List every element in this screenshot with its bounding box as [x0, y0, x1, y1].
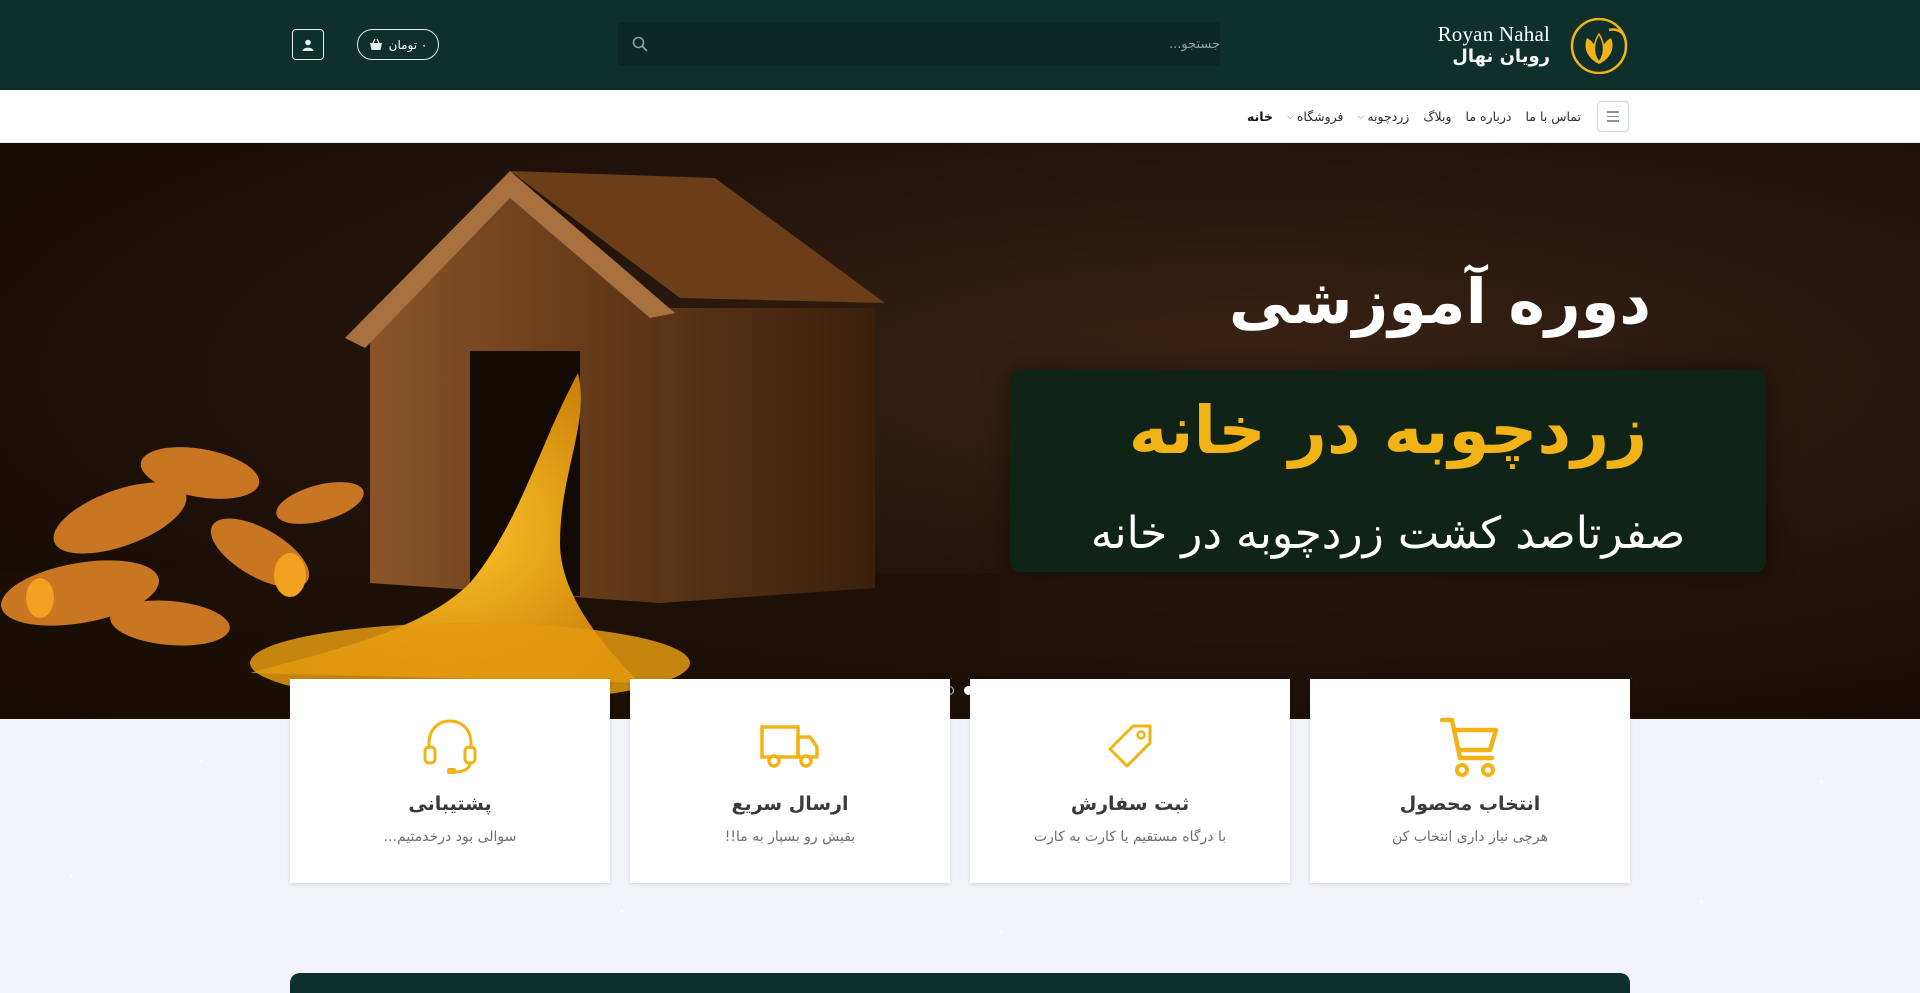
search-box — [618, 22, 1220, 66]
account-button[interactable] — [292, 29, 324, 60]
user-icon — [302, 39, 314, 51]
hero-title: دوره آموزشی — [1228, 265, 1652, 338]
nav-links: خانه فروشگاه ⌵ زردچوبه ⌵ وبلاگ درباره ما… — [1247, 90, 1581, 143]
tag-icon — [1108, 724, 1152, 768]
background-sparkle — [1000, 930, 1003, 933]
nav-item-label: زردچوبه — [1367, 109, 1410, 124]
brand-name-en: Royan Nahal — [1437, 22, 1550, 46]
nav-item-blog[interactable]: وبلاگ — [1423, 109, 1451, 124]
brand-name[interactable]: Royan Nahal رویان نهال — [1438, 24, 1550, 66]
chevron-down-icon: ⌵ — [1287, 111, 1294, 122]
brand-name-fa: رویان نهال — [1452, 46, 1550, 67]
nav-item-label: خانه — [1247, 109, 1274, 124]
feature-title: انتخاب محصول — [1399, 793, 1541, 815]
feature-title: ارسال سریع — [731, 793, 849, 815]
search-input[interactable] — [660, 22, 1220, 66]
chevron-down-icon: ⌵ — [1357, 111, 1365, 122]
feature-cards: انتخاب محصول هرچی نیاز داری انتخاب کن ثب… — [290, 679, 1630, 883]
hero-subtitle: صفرتاصد کشت زردچوبه در خانه — [1090, 508, 1686, 559]
feature-card[interactable]: انتخاب محصول هرچی نیاز داری انتخاب کن — [1310, 679, 1630, 883]
hamburger-icon-line — [1607, 120, 1619, 122]
search-button[interactable] — [628, 32, 652, 56]
feature-description: با درگاه مستقیم یا کارت به کارت — [1033, 829, 1227, 845]
hamburger-icon — [1607, 111, 1619, 113]
hero-slider[interactable]: دوره آموزشی زردچوبه در خانه صفرتاصد کشت … — [0, 143, 1920, 719]
feature-card[interactable]: پشتیبانی سوالی بود درخدمتیم... — [290, 679, 610, 883]
main-nav: خانه فروشگاه ⌵ زردچوبه ⌵ وبلاگ درباره ما… — [0, 90, 1920, 143]
feature-title: پشتیبانی — [408, 793, 492, 815]
leaf-logo-icon[interactable] — [1569, 18, 1629, 74]
feature-description: بقیش رو بسپار به ما!! — [724, 829, 856, 845]
nav-item-contact[interactable]: تماس با ما — [1525, 109, 1581, 124]
section-bar — [290, 973, 1630, 993]
nav-item-home[interactable]: خانه — [1247, 109, 1273, 124]
background-sparkle — [200, 760, 203, 763]
menu-toggle-button[interactable] — [1597, 101, 1629, 132]
background-sparkle — [70, 875, 73, 878]
nav-item-turmeric[interactable]: زردچوبه ⌵ — [1358, 109, 1410, 124]
background-sparkle — [1820, 780, 1823, 783]
nav-item-label: فروشگاه — [1296, 109, 1344, 124]
hamburger-icon-line — [1607, 115, 1619, 118]
background-sparkle — [620, 910, 623, 913]
nav-item-label: وبلاگ — [1423, 109, 1452, 124]
search-icon — [632, 36, 648, 52]
feature-title: ثبت سفارش — [1070, 793, 1190, 815]
basket-icon — [369, 38, 382, 50]
site-header: Royan Nahal رویان نهال ۰ تومان — [0, 0, 1920, 90]
hero-banner-panel: زردچوبه در خانه صفرتاصد کشت زردچوبه در خ… — [1010, 370, 1766, 572]
truck-icon — [760, 725, 819, 768]
cart-button[interactable]: ۰ تومان — [357, 29, 439, 60]
hero-highlight: زردچوبه در خانه — [1128, 392, 1648, 469]
feature-description: هرچی نیاز داری انتخاب کن — [1391, 829, 1549, 845]
feature-card[interactable]: ارسال سریع بقیش رو بسپار به ما!! — [630, 679, 950, 883]
cart-icon — [1439, 717, 1499, 777]
nav-item-label: تماس با ما — [1525, 109, 1581, 124]
cart-total: ۰ تومان — [388, 37, 428, 52]
background-sparkle — [1700, 900, 1703, 903]
feature-description: سوالی بود درخدمتیم... — [383, 829, 517, 845]
nav-item-about[interactable]: درباره ما — [1466, 109, 1512, 124]
nav-item-label: درباره ما — [1465, 109, 1512, 124]
headset-icon — [423, 719, 477, 774]
feature-card[interactable]: ثبت سفارش با درگاه مستقیم یا کارت به کار… — [970, 679, 1290, 883]
nav-item-shop[interactable]: فروشگاه ⌵ — [1287, 109, 1343, 124]
